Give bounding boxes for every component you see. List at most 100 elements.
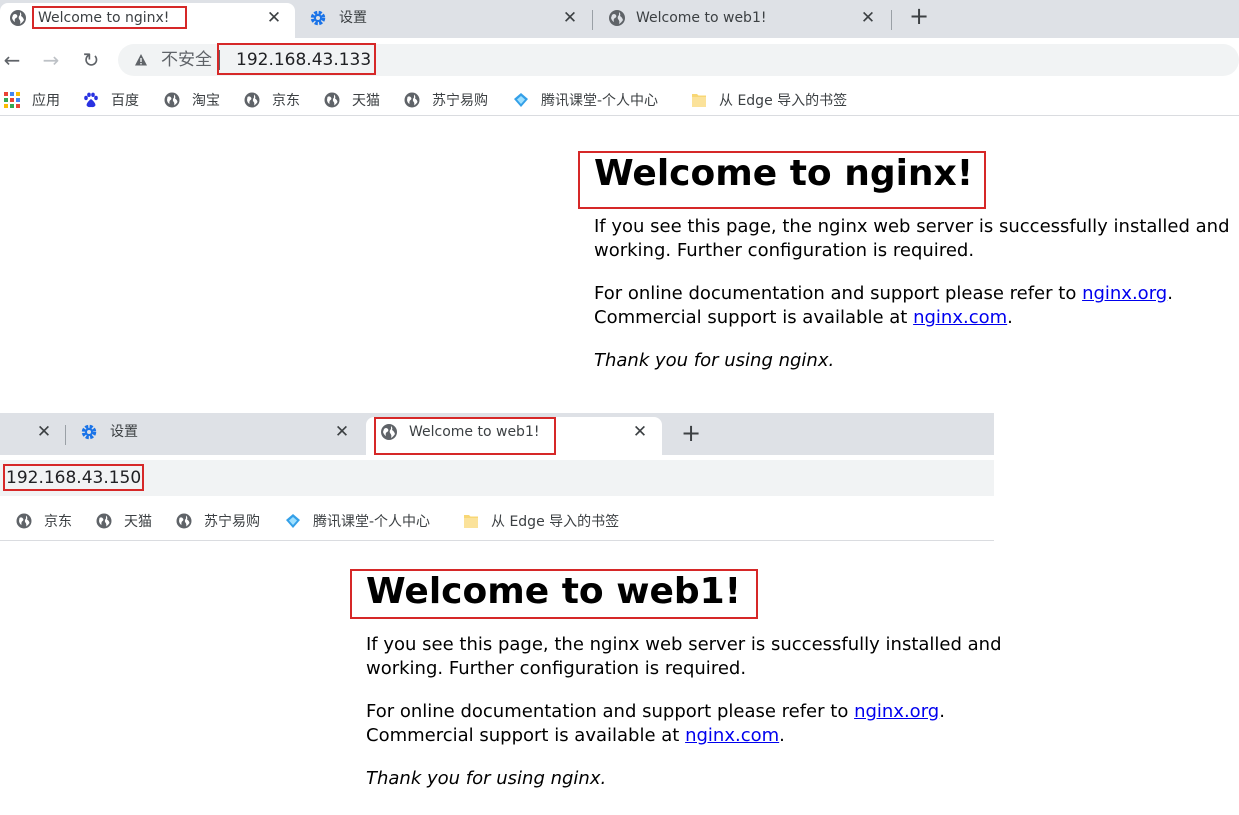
tab-separator [592, 10, 593, 30]
intro-line-1: If you see this page, the nginx web serv… [366, 634, 1002, 655]
bookmark-edge-folder[interactable]: 从 Edge 导入的书签 [463, 511, 619, 531]
tab-settings[interactable]: 设置 ✕ [297, 3, 592, 38]
bookmark-apps[interactable]: 应用 [4, 90, 60, 110]
bookmark-suning[interactable]: 苏宁易购 [404, 90, 488, 110]
new-tab-button[interactable]: + [678, 421, 704, 447]
bookmark-label: 腾讯课堂-个人中心 [541, 93, 659, 109]
bookmark-suning[interactable]: 苏宁易购 [176, 511, 260, 531]
gear-icon [81, 424, 97, 440]
bookmarks-bar: 京东 天猫 苏宁易购 腾讯课堂-个人中心 从 Edge 导入的书签 [0, 504, 994, 541]
tab-partial[interactable]: ✕ [0, 417, 64, 452]
tab-strip: ✕ 设置 ✕ Welcome to web1! ✕ + [0, 413, 994, 455]
docs-period: . [1167, 283, 1173, 304]
thanks-paragraph: Thank you for using nginx. [366, 767, 1002, 791]
bookmark-edge-folder[interactable]: 从 Edge 导入的书签 [691, 90, 847, 110]
bookmark-jd[interactable]: 京东 [244, 90, 300, 110]
bookmark-tencent-classroom[interactable]: 腾讯课堂-个人中心 [285, 511, 430, 531]
page-heading: Welcome to nginx! [594, 153, 974, 194]
tab-strip: Welcome to nginx! ✕ 设置 ✕ Welcome to web1… [0, 0, 1239, 38]
intro-line-2: working. Further configuration is requir… [366, 658, 747, 679]
url-text[interactable]: 192.168.43.150 [6, 468, 141, 488]
tab-separator [891, 10, 892, 30]
page-content: Welcome to web1! If you see this page, t… [366, 570, 1002, 791]
nginx-org-link[interactable]: nginx.org [1082, 283, 1167, 304]
tencent-classroom-icon [514, 93, 528, 107]
bookmark-label: 淘宝 [192, 93, 220, 109]
warning-icon [135, 54, 147, 66]
bookmark-label: 从 Edge 导入的书签 [719, 93, 848, 109]
nginx-com-link[interactable]: nginx.com [685, 725, 779, 746]
docs-paragraph: For online documentation and support ple… [594, 282, 1230, 330]
page-heading: Welcome to web1! [366, 571, 742, 612]
globe-icon [244, 92, 260, 108]
address-bar[interactable]: 不安全 192.168.43.133 [118, 44, 1239, 76]
bookmark-label: 百度 [111, 93, 139, 109]
url-text[interactable]: 192.168.43.133 [236, 50, 371, 70]
bookmark-tmall[interactable]: 天猫 [96, 511, 152, 531]
intro-paragraph: If you see this page, the nginx web serv… [366, 633, 1002, 681]
globe-icon [324, 92, 340, 108]
back-arrow-icon[interactable]: ← [1, 49, 23, 71]
bookmark-jd[interactable]: 京东 [16, 511, 72, 531]
bookmark-label: 从 Edge 导入的书签 [491, 514, 620, 530]
reload-icon[interactable]: ↻ [80, 49, 102, 71]
close-icon[interactable]: ✕ [264, 8, 284, 28]
docs-paragraph: For online documentation and support ple… [366, 700, 1002, 748]
docs-period: . [939, 701, 945, 722]
commercial-period: . [1007, 307, 1013, 328]
tab-title: Welcome to web1! [409, 424, 540, 440]
bookmark-taobao[interactable]: 淘宝 [164, 90, 220, 110]
folder-icon [692, 94, 706, 107]
bookmark-label: 苏宁易购 [204, 514, 260, 530]
globe-icon [609, 10, 625, 26]
thanks-paragraph: Thank you for using nginx. [594, 349, 1230, 373]
bookmark-label: 天猫 [352, 93, 380, 109]
close-icon[interactable]: ✕ [34, 422, 54, 442]
bookmark-tencent-classroom[interactable]: 腾讯课堂-个人中心 [513, 90, 658, 110]
commercial-period: . [779, 725, 785, 746]
bookmark-label: 苏宁易购 [432, 93, 488, 109]
close-icon[interactable]: ✕ [560, 8, 580, 28]
globe-icon [381, 424, 397, 440]
nginx-com-link[interactable]: nginx.com [913, 307, 1007, 328]
toolbar: ← → ↻ 不安全 192.168.43.133 [0, 40, 1239, 80]
new-tab-button[interactable]: + [906, 4, 932, 30]
url-separator [219, 50, 220, 70]
tab-title: 设置 [339, 10, 367, 26]
close-icon[interactable]: ✕ [630, 422, 650, 442]
forward-arrow-icon[interactable]: → [40, 49, 62, 71]
address-bar[interactable]: 192.168.43.150 [0, 460, 994, 496]
tab-welcome-nginx[interactable]: Welcome to nginx! ✕ [0, 3, 295, 38]
page-content: Welcome to nginx! If you see this page, … [594, 152, 1230, 373]
commercial-text: Commercial support is available at [366, 725, 686, 746]
folder-icon [464, 515, 478, 528]
thanks-text: Thank you for using nginx. [366, 768, 607, 789]
tab-welcome-web1[interactable]: Welcome to web1! ✕ [366, 417, 662, 455]
nginx-org-link[interactable]: nginx.org [854, 701, 939, 722]
tab-welcome-web1[interactable]: Welcome to web1! ✕ [594, 3, 890, 38]
tab-title: 设置 [110, 424, 138, 440]
bookmark-label: 腾讯课堂-个人中心 [313, 514, 431, 530]
tab-title: Welcome to web1! [636, 10, 767, 26]
security-status-label[interactable]: 不安全 [161, 50, 212, 70]
close-icon[interactable]: ✕ [858, 8, 878, 28]
bookmark-label: 京东 [44, 514, 72, 530]
docs-text: For online documentation and support ple… [594, 283, 1083, 304]
tab-title: Welcome to nginx! [38, 10, 170, 26]
bookmarks-bar: 应用 百度 淘宝 京东 天猫 苏宁易购 腾讯课堂-个人中心 从 Edge 导入的… [0, 84, 1239, 116]
bookmark-label: 天猫 [124, 514, 152, 530]
bookmark-label: 京东 [272, 93, 300, 109]
bookmark-tmall[interactable]: 天猫 [324, 90, 380, 110]
close-icon[interactable]: ✕ [332, 422, 352, 442]
intro-paragraph: If you see this page, the nginx web serv… [594, 215, 1230, 263]
commercial-text: Commercial support is available at [594, 307, 914, 328]
globe-icon [176, 513, 192, 529]
globe-icon [10, 10, 26, 26]
tab-separator [65, 425, 66, 445]
thanks-text: Thank you for using nginx. [594, 350, 835, 371]
globe-icon [404, 92, 420, 108]
tab-settings[interactable]: 设置 ✕ [68, 417, 364, 452]
bookmark-baidu[interactable]: 百度 [83, 90, 139, 110]
bookmark-label: 应用 [32, 93, 60, 109]
globe-icon [96, 513, 112, 529]
